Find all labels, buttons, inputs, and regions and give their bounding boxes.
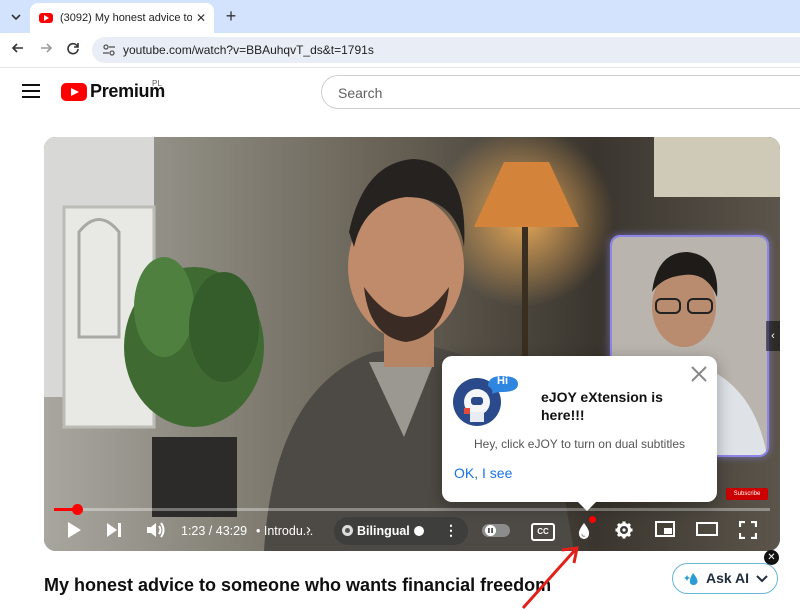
site-settings-icon[interactable]	[102, 43, 116, 57]
ejoy-leaf-icon	[342, 525, 353, 536]
logo-region-code: PL	[152, 79, 162, 88]
reload-icon	[67, 42, 79, 55]
gear-icon	[615, 521, 633, 539]
forward-button[interactable]	[37, 41, 55, 59]
popup-title: eJOY eXtension is here!!!	[541, 389, 663, 423]
settings-button[interactable]	[615, 521, 633, 544]
autoplay-toggle[interactable]	[482, 524, 510, 537]
miniplayer-icon	[655, 521, 675, 537]
chapter-arrow[interactable]: ›	[306, 521, 311, 538]
search-input[interactable]	[336, 84, 780, 102]
pause-icon	[485, 525, 496, 536]
ejoy-bilingual-pill[interactable]: Bilingual ⋮	[334, 517, 468, 545]
progress-bar[interactable]	[54, 504, 770, 515]
next-button[interactable]	[106, 521, 122, 544]
popup-close-button[interactable]	[689, 364, 709, 384]
url-text: youtube.com/watch?v=BBAuhqvT_ds&t=1791s	[123, 43, 374, 57]
tab-close-button[interactable]: ✕	[194, 11, 208, 25]
video-title: My honest advice to someone who wants fi…	[44, 575, 552, 595]
tab-title: (3092) My honest advice to someone	[60, 12, 192, 24]
new-tab-button[interactable]: +	[222, 7, 240, 25]
play-button[interactable]	[66, 521, 82, 544]
water-drop-icon	[578, 523, 590, 539]
sparkle-drop-icon	[684, 573, 698, 586]
player-controls: 1:23 / 43:29 • Introdu... › Bilingual ⋮ …	[44, 515, 780, 551]
theater-mode-button[interactable]	[696, 521, 718, 542]
search-box	[321, 75, 800, 109]
bilingual-label: Bilingual	[357, 524, 410, 538]
hamburger-menu-icon[interactable]	[22, 84, 40, 98]
miniplayer-button[interactable]	[655, 521, 675, 542]
volume-icon	[147, 522, 165, 538]
browser-tabstrip: (3092) My honest advice to someone ✕ +	[0, 0, 800, 33]
ejoy-mascot-avatar: Hi	[452, 372, 518, 426]
ask-ai-label: Ask AI	[706, 570, 750, 586]
side-panel-arrow[interactable]: ‹	[766, 321, 780, 351]
address-bar[interactable]: youtube.com/watch?v=BBAuhqvT_ds&t=1791s	[92, 37, 800, 63]
chevron-down-icon	[756, 575, 768, 583]
ask-ai-close-button[interactable]: ✕	[764, 550, 779, 565]
time-display: 1:23 / 43:29	[181, 524, 248, 538]
red-annotation-arrow	[521, 546, 579, 610]
captions-button[interactable]: CC	[531, 523, 555, 541]
popup-body: Hey, click eJOY to turn on dual subtitle…	[474, 437, 685, 451]
notification-dot	[589, 516, 596, 523]
browser-tab-active[interactable]: (3092) My honest advice to someone ✕	[30, 3, 214, 33]
theater-icon	[696, 522, 718, 536]
skip-next-icon	[107, 523, 121, 537]
subscribe-watermark[interactable]: Subscribe	[726, 488, 768, 500]
mute-button[interactable]	[146, 521, 166, 544]
ok-i-see-link[interactable]: OK, I see	[454, 465, 512, 481]
back-button[interactable]	[9, 41, 27, 59]
fullscreen-icon	[738, 520, 758, 540]
close-icon	[691, 366, 707, 382]
arrow-left-icon	[11, 43, 23, 53]
youtube-play-logo-icon	[61, 82, 87, 101]
mascot-hi-badge: Hi	[497, 375, 508, 387]
reload-button[interactable]	[64, 41, 82, 59]
ask-ai-button[interactable]: Ask AI	[672, 563, 778, 594]
youtube-favicon-icon	[39, 13, 53, 23]
chapter-title[interactable]: • Introdu...	[256, 524, 313, 538]
youtube-premium-logo[interactable]: Premium PL	[61, 79, 165, 102]
browser-toolbar: youtube.com/watch?v=BBAuhqvT_ds&t=1791s	[0, 33, 800, 68]
ejoy-notification-popup: Hi eJOY eXtension is here!!! Hey, click …	[442, 356, 717, 511]
arrow-right-icon	[41, 43, 53, 53]
astronaut-mascot-icon	[453, 376, 518, 426]
youtube-masthead: Premium PL	[0, 67, 800, 122]
play-icon	[68, 522, 81, 538]
fullscreen-button[interactable]	[738, 520, 758, 544]
chevron-down-icon	[11, 14, 21, 21]
bilingual-more-button[interactable]: ⋮	[444, 522, 458, 539]
tab-search-dropdown-button[interactable]	[6, 7, 26, 27]
bilingual-toggle[interactable]	[414, 526, 424, 536]
progress-scrubber[interactable]	[71, 504, 83, 515]
